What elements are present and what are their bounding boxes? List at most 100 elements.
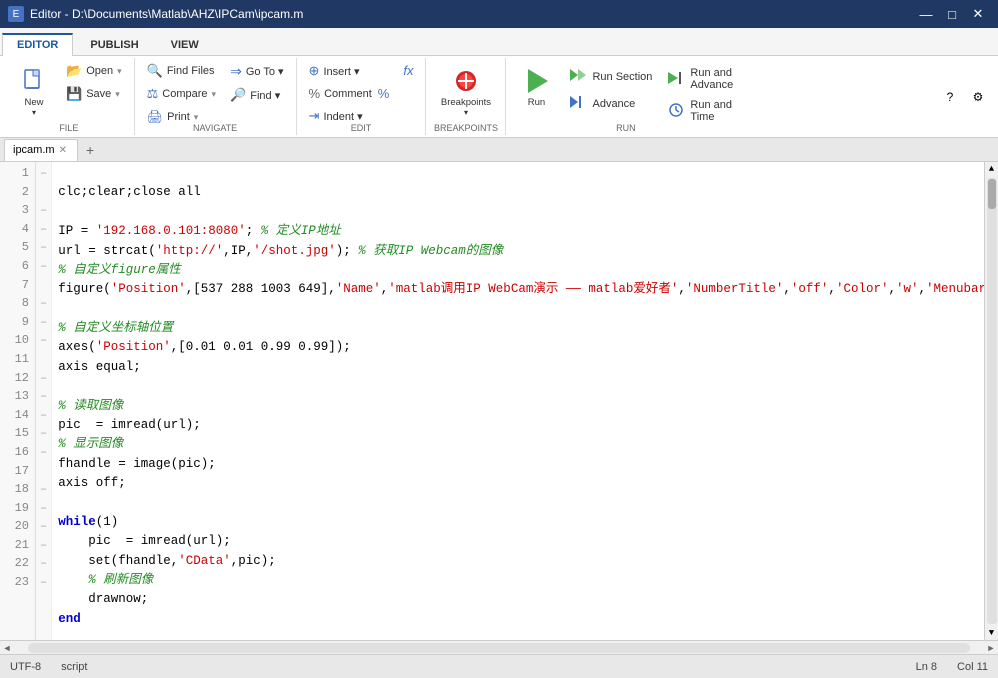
compare-icon: ⚖ (147, 86, 159, 102)
comment-icon: % (309, 86, 321, 101)
breakpoints-button[interactable]: Breakpoints▾ (434, 60, 498, 124)
scroll-track-h[interactable] (28, 643, 970, 653)
run-and-advance-label: Run andAdvance (690, 67, 733, 91)
run-label: Run (528, 98, 545, 108)
insert-button[interactable]: ⊕ Insert ▾ (303, 60, 396, 82)
advance-icon (568, 94, 588, 113)
ribbon-settings-button[interactable]: ⚙ (966, 86, 990, 108)
run-section-button[interactable]: Run Section (562, 64, 658, 89)
help-button[interactable]: ? (938, 86, 962, 108)
comment-icon2: % (378, 86, 390, 101)
status-bar: UTF-8 script Ln 8 Col 11 (0, 654, 998, 678)
comment-button[interactable]: % Comment % (303, 83, 396, 104)
run-section-label: Run Section (592, 71, 652, 83)
scroll-right-button[interactable]: ► (984, 641, 998, 655)
goto-button[interactable]: ⇒ Go To ▾ (224, 60, 289, 83)
ribbon-group-navigate: 🔍 Find Files ⚖ Compare ▾ 🖨 Print ▾ ⇒ Go (135, 58, 297, 135)
save-button[interactable]: 💾 Save ▾ (60, 83, 128, 105)
run-advance-group: Run Section Advance (562, 60, 658, 116)
open-button[interactable]: 📂 Open ▾ (60, 60, 128, 82)
dash-column: – – – – – – – – – – – – – – – – – – – (36, 162, 52, 640)
run-and-time-label: Run andTime (690, 99, 732, 123)
tab-view[interactable]: VIEW (156, 34, 214, 55)
app-icon: E (8, 6, 24, 22)
new-tab-button[interactable]: + (80, 140, 100, 160)
find-button[interactable]: 🔎 Find ▾ (224, 84, 289, 106)
find-files-label: Find Files (167, 65, 215, 77)
status-line: Ln 8 (916, 661, 937, 673)
tab-editor[interactable]: EDITOR (2, 33, 73, 56)
save-label: Save (86, 88, 111, 100)
advance-button[interactable]: Advance (562, 91, 658, 116)
file-group-label: FILE (4, 123, 134, 133)
indent-icon: ⇥ (309, 108, 320, 124)
find-icon: 🔎 (230, 87, 246, 103)
comment-label: Comment (324, 88, 372, 100)
run-and-advance-button[interactable]: Run andAdvance (660, 64, 739, 94)
title-bar: E Editor - D:\Documents\Matlab\AHZ\IPCam… (0, 0, 998, 28)
fx-button[interactable]: fx (397, 60, 419, 81)
scroll-thumb-v[interactable] (988, 179, 996, 209)
compare-label: Compare (162, 88, 207, 100)
help-icon: ? (947, 90, 954, 104)
code-editor[interactable]: 1 2 3 4 5 6 7 8 9 10 11 12 13 14 15 16 1… (0, 162, 998, 640)
maximize-button[interactable]: □ (940, 4, 964, 24)
save-icon: 💾 (66, 86, 82, 102)
compare-button[interactable]: ⚖ Compare ▾ (141, 83, 222, 105)
new-label: New▾ (24, 98, 43, 119)
ribbon-group-run: Run Run Section Advance (506, 58, 745, 135)
navigate-group-label: NAVIGATE (135, 123, 296, 133)
ribbon-settings-icon: ⚙ (973, 90, 984, 104)
open-label: Open (86, 65, 113, 77)
run-time-group: Run andAdvance Run andTime (660, 60, 739, 126)
status-encoding: UTF-8 (10, 661, 41, 673)
scroll-left-button[interactable]: ◄ (0, 641, 14, 655)
goto-label: Go To ▾ (246, 65, 284, 78)
tab-publish[interactable]: PUBLISH (75, 34, 153, 55)
insert-icon: ⊕ (309, 63, 320, 79)
minimize-button[interactable]: — (914, 4, 938, 24)
close-button[interactable]: ✕ (966, 4, 990, 24)
insert-label: Insert ▾ (323, 65, 359, 78)
status-type: script (61, 661, 87, 673)
ribbon-group-edit: ⊕ Insert ▾ % Comment % ⇥ Indent ▾ fx (297, 58, 427, 135)
tab-close-ipcam[interactable]: ✕ (59, 145, 67, 156)
breakpoints-label: Breakpoints▾ (441, 98, 491, 119)
ribbon-help-area: ? ⚙ (938, 58, 994, 135)
scroll-track-v[interactable] (987, 178, 997, 624)
run-section-icon (568, 67, 588, 86)
ribbon-tab-bar: EDITOR PUBLISH VIEW (0, 28, 998, 56)
run-button[interactable]: Run (512, 60, 560, 113)
run-and-time-button[interactable]: Run andTime (660, 96, 739, 126)
line-numbers: 1 2 3 4 5 6 7 8 9 10 11 12 13 14 15 16 1… (0, 162, 36, 640)
scroll-up-button[interactable]: ▲ (987, 162, 996, 176)
run-icon (520, 65, 552, 97)
status-col: Col 11 (957, 661, 988, 673)
edit-group-label: EDIT (297, 123, 426, 133)
file-tab-ipcam[interactable]: ipcam.m ✕ (4, 139, 78, 161)
horizontal-scrollbar[interactable]: ◄ ► (0, 640, 998, 654)
tab-label-ipcam: ipcam.m (13, 144, 55, 156)
print-label: Print (167, 111, 190, 123)
scroll-down-button[interactable]: ▼ (987, 626, 996, 640)
ribbon: New▾ 📂 Open ▾ 💾 Save ▾ FILE (0, 56, 998, 138)
status-right: Ln 8 Col 11 (916, 661, 988, 673)
new-button[interactable]: New▾ (10, 60, 58, 124)
new-icon (18, 65, 50, 97)
breakpoints-icon (450, 65, 482, 97)
goto-icon: ⇒ (230, 63, 242, 80)
run-group-label: RUN (506, 123, 745, 133)
find-files-icon: 🔍 (147, 63, 163, 79)
code-content[interactable]: clc;clear;close all IP = '192.168.0.101:… (52, 162, 984, 640)
indent-label: Indent ▾ (323, 110, 362, 123)
open-icon: 📂 (66, 63, 82, 79)
ribbon-group-breakpoints: Breakpoints▾ BREAKPOINTS (426, 58, 506, 135)
ribbon-group-file: New▾ 📂 Open ▾ 💾 Save ▾ FILE (4, 58, 135, 135)
find-label: Find ▾ (250, 89, 280, 102)
status-left: UTF-8 script (10, 661, 87, 673)
breakpoints-group-label: BREAKPOINTS (426, 123, 505, 133)
find-files-button[interactable]: 🔍 Find Files (141, 60, 222, 82)
window-controls: — □ ✕ (914, 4, 990, 24)
vertical-scrollbar[interactable]: ▲ ▼ (984, 162, 998, 640)
advance-label: Advance (592, 98, 635, 110)
